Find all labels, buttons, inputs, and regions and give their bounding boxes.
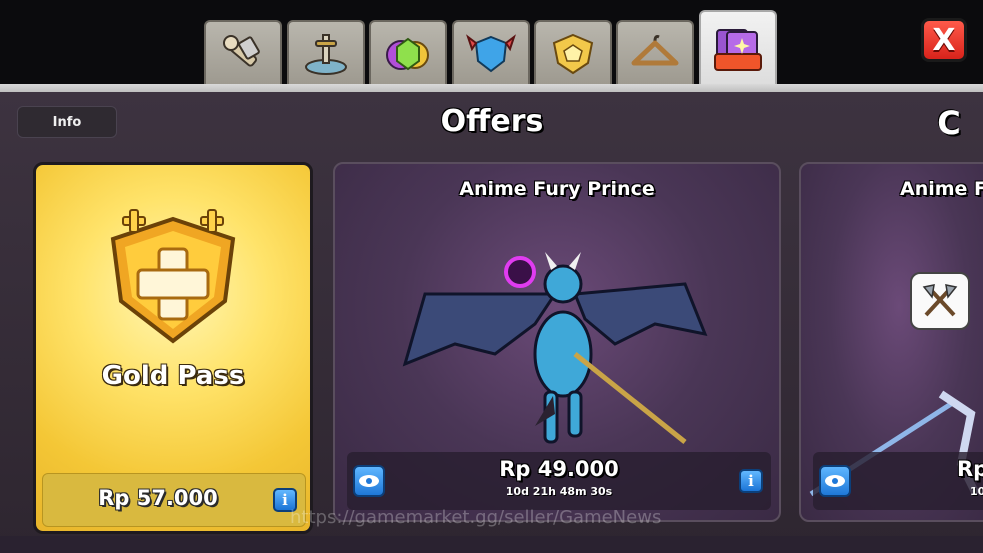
tab-sword-in-stone[interactable] — [287, 20, 365, 84]
offers-cards-icon — [714, 29, 762, 71]
builder-tools-icon — [223, 35, 260, 67]
offer-timer: 10d 21h 48m 30s — [505, 485, 613, 498]
gold-pass-card[interactable]: Gold Pass Rp 57.000 i — [33, 162, 313, 534]
tab-bar-divider — [0, 84, 983, 92]
tab-offers[interactable] — [699, 10, 777, 88]
offer-info-button[interactable]: i — [739, 469, 763, 493]
sword-in-stone-icon — [305, 34, 347, 75]
offer-card-fury-prince[interactable]: Anime Fury Prince Rp 49.000 10d 21h 48m … — [333, 162, 781, 522]
top-tab-bar: X — [0, 0, 983, 92]
tab-gems-gold[interactable] — [369, 20, 447, 84]
tab-hanger[interactable] — [616, 20, 694, 84]
bottom-strip — [0, 536, 983, 553]
offer-bottom-bar: Rp 10 — [813, 452, 983, 510]
crossed-axes-icon — [922, 284, 958, 317]
offer-title: Anime F — [900, 178, 983, 200]
clothes-hanger-icon — [631, 35, 679, 66]
gold-pass-price-bar[interactable]: Rp 57.000 i — [42, 473, 306, 527]
eye-icon — [825, 475, 845, 487]
winged-shield-icon — [466, 34, 516, 73]
gold-pass-shield-icon — [110, 209, 236, 344]
tab-gold-badge[interactable] — [534, 20, 612, 84]
fury-prince-character-art — [402, 252, 708, 444]
offer-price: Rp 49.000 — [499, 457, 619, 481]
preview-button[interactable] — [819, 465, 851, 497]
offer-bottom-bar: Rp 49.000 10d 21h 48m 30s i — [347, 452, 771, 510]
gold-shield-badge-icon — [552, 33, 594, 75]
page-title: Offers — [440, 104, 544, 139]
offer-timer: 10 — [970, 485, 983, 498]
close-button[interactable]: X — [921, 18, 967, 62]
info-button[interactable]: Info — [17, 106, 117, 138]
currency-button[interactable]: C — [931, 104, 967, 142]
troop-type-badge — [910, 272, 970, 330]
gold-pass-price: Rp 57.000 — [98, 486, 218, 510]
tab-winged-shield[interactable] — [452, 20, 530, 84]
offer-title: Anime Fury Prince — [459, 178, 655, 200]
watermark: https://gamemarket.gg/seller/GameNews — [290, 507, 662, 528]
gems-and-gold-icon — [386, 37, 429, 71]
gold-pass-title: Gold Pass — [101, 361, 245, 391]
offer-price: Rp — [957, 457, 983, 481]
tab-builder-tools[interactable] — [204, 20, 282, 84]
offer-card-partial[interactable]: Anime F Rp 10 — [799, 162, 983, 522]
